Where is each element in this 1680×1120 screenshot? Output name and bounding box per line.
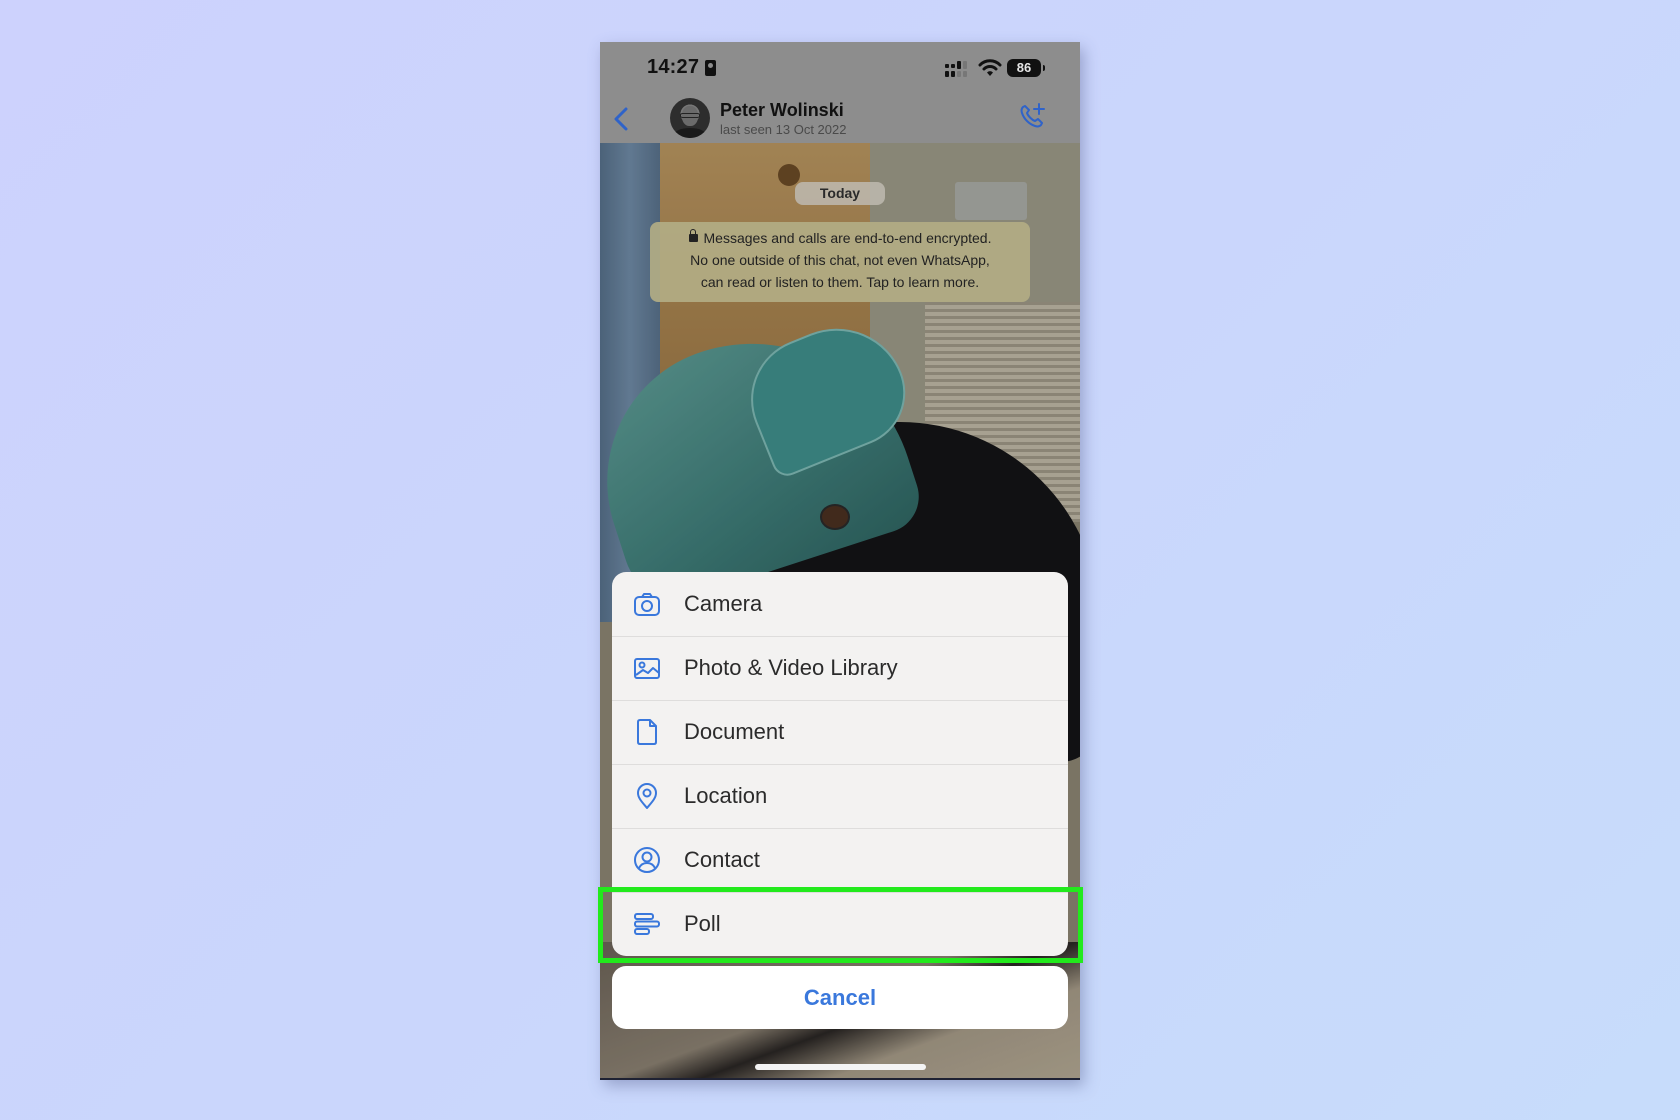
camera-icon xyxy=(634,593,660,616)
poll-icon xyxy=(634,913,660,935)
encryption-line-2: No one outside of this chat, not even Wh… xyxy=(690,252,990,268)
menu-item-document[interactable]: Document xyxy=(612,700,1068,764)
menu-item-label: Contact xyxy=(684,847,760,872)
id-badge-icon xyxy=(705,60,716,76)
menu-item-location[interactable]: Location xyxy=(612,764,1068,828)
signal-icon xyxy=(945,61,967,77)
wifi-icon xyxy=(978,59,1002,76)
contact-name[interactable]: Peter Wolinski xyxy=(720,100,844,121)
encryption-line-1: Messages and calls are end-to-end encryp… xyxy=(703,230,992,246)
status-bar: 14:27 86 xyxy=(600,42,1080,92)
home-indicator[interactable] xyxy=(755,1064,926,1070)
battery-icon: 86 xyxy=(1007,59,1041,77)
document-icon xyxy=(637,719,657,745)
menu-item-label: Photo & Video Library xyxy=(684,655,898,680)
contact-icon xyxy=(634,847,660,873)
menu-item-label: Poll xyxy=(684,911,721,936)
menu-item-label: Location xyxy=(684,783,768,808)
phone-screen: 14:27 86 Peter Wolinski last seen 13 Oct xyxy=(600,42,1080,1080)
menu-item-camera[interactable]: Camera xyxy=(612,572,1068,636)
battery-tip xyxy=(1043,65,1045,71)
cancel-button[interactable]: Cancel xyxy=(612,966,1068,1029)
lock-icon xyxy=(688,229,698,242)
attachment-action-sheet: Camera Photo & Video Library Document Lo… xyxy=(612,572,1068,956)
menu-item-poll[interactable]: Poll xyxy=(612,892,1068,956)
date-pill: Today xyxy=(795,182,885,205)
location-pin-icon xyxy=(637,783,657,809)
menu-item-photo-video-library[interactable]: Photo & Video Library xyxy=(612,636,1068,700)
menu-item-label: Document xyxy=(684,719,785,744)
menu-item-contact[interactable]: Contact xyxy=(612,828,1068,892)
phone-plus-icon[interactable] xyxy=(1018,102,1046,130)
encryption-line-3: can read or listen to them. Tap to learn… xyxy=(700,274,980,290)
last-seen-status: last seen 13 Oct 2022 xyxy=(720,122,847,137)
chat-header: Peter Wolinski last seen 13 Oct 2022 xyxy=(600,92,1080,143)
encryption-notice[interactable]: Messages and calls are end-to-end encryp… xyxy=(650,222,1030,302)
status-time: 14:27 xyxy=(647,56,700,78)
avatar[interactable] xyxy=(670,98,710,138)
chevron-left-icon[interactable] xyxy=(612,106,630,132)
menu-item-label: Camera xyxy=(684,591,763,616)
photo-icon xyxy=(634,658,660,679)
